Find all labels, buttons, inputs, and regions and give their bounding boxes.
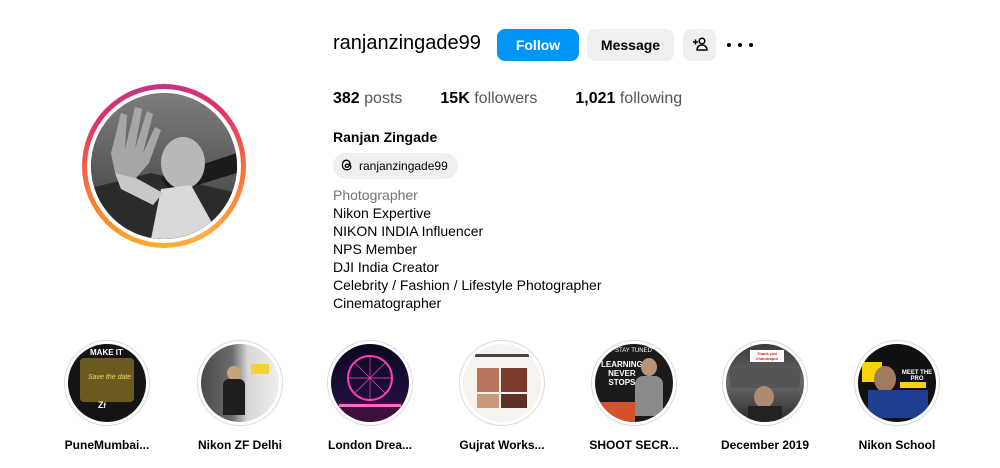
highlight-cover: Thank you Chandrapur <box>726 344 804 422</box>
profile-stats: 382 posts 15K followers 1,021 following <box>333 90 722 108</box>
highlight-ring <box>327 340 413 426</box>
highlight-cover <box>463 344 541 422</box>
follow-button[interactable]: Follow <box>497 29 579 61</box>
highlight-item[interactable]: MEET THE PRO Nikon School <box>842 340 952 452</box>
followers-label: followers <box>474 90 538 107</box>
highlight-item[interactable]: Thank you Chandrapur December 2019 <box>710 340 820 452</box>
highlight-label: SHOOT SECR... <box>589 438 679 452</box>
highlight-cover <box>331 344 409 422</box>
more-options-icon[interactable] <box>727 36 753 54</box>
message-button[interactable]: Message <box>587 29 674 61</box>
profile-photo-art <box>91 93 237 239</box>
highlight-cover <box>201 344 279 422</box>
threads-badge[interactable]: ranjanzingade99 <box>333 153 458 179</box>
following-label: following <box>619 90 683 107</box>
highlight-ring <box>197 340 283 426</box>
profile-bio: Photographer Nikon Expertive NIKON INDIA… <box>333 186 601 312</box>
profile-full-name: Ranjan Zingade <box>333 129 438 145</box>
person-add-icon <box>692 36 708 55</box>
highlight-label: PuneMumbai... <box>64 438 150 452</box>
highlight-label: London Drea... <box>328 438 412 452</box>
highlight-cover: MAKE IT Save the date Zf <box>68 344 146 422</box>
highlight-ring <box>459 340 545 426</box>
following-link[interactable]: 1,021 following <box>575 90 682 108</box>
following-count: 1,021 <box>575 90 616 107</box>
highlight-cover-text: LEARNING <box>601 360 643 369</box>
highlight-cover-text: STAY TUNED <box>615 348 652 354</box>
bio-line: Celebrity / Fashion / Lifestyle Photogra… <box>333 277 602 293</box>
profile-picture[interactable] <box>91 93 237 239</box>
highlight-ring: MEET THE PRO <box>854 340 940 426</box>
highlight-cover-text: MAKE IT <box>90 348 123 357</box>
bio-line: NPS Member <box>333 241 418 257</box>
bio-line: Cinematographer <box>333 295 442 311</box>
threads-handle: ranjanzingade99 <box>359 159 448 173</box>
highlight-item[interactable]: Nikon ZF Delhi <box>185 340 295 452</box>
highlight-ring: MAKE IT Save the date Zf <box>64 340 150 426</box>
posts-label: posts <box>364 90 403 107</box>
highlight-label: Nikon School <box>858 438 936 452</box>
suggested-accounts-button[interactable] <box>683 29 716 61</box>
highlight-item[interactable]: STAY TUNED LEARNING NEVER STOPS SHOOT SE… <box>579 340 689 452</box>
highlight-item[interactable]: London Drea... <box>315 340 425 452</box>
profile-category: Photographer <box>333 187 418 203</box>
followers-link[interactable]: 15K followers <box>440 90 537 108</box>
highlight-cover: MEET THE PRO <box>858 344 936 422</box>
story-highlights: MAKE IT Save the date Zf PuneMumbai... N… <box>0 340 1000 460</box>
highlight-label: December 2019 <box>720 438 810 452</box>
highlight-cover-text: Thank you Chandrapur <box>750 350 784 362</box>
highlight-label: Gujrat Works... <box>459 438 545 452</box>
followers-count: 15K <box>440 90 470 107</box>
highlight-label: Nikon ZF Delhi <box>198 438 282 452</box>
highlight-cover-text: MEET THE PRO <box>901 370 933 382</box>
bio-line: NIKON INDIA Influencer <box>333 223 484 239</box>
bio-line: DJI India Creator <box>333 259 439 275</box>
highlight-cover: STAY TUNED LEARNING NEVER STOPS <box>595 344 673 422</box>
bio-line: Nikon Expertive <box>333 205 432 221</box>
highlight-ring: Thank you Chandrapur <box>722 340 808 426</box>
profile-picture-ring[interactable] <box>82 84 246 248</box>
posts-stat[interactable]: 382 posts <box>333 90 402 108</box>
profile-picture-border <box>87 89 241 243</box>
highlight-cover-text: NEVER <box>608 369 636 378</box>
highlight-ring: STAY TUNED LEARNING NEVER STOPS <box>591 340 677 426</box>
profile-username: ranjanzingade99 <box>333 32 481 54</box>
highlight-item[interactable]: Gujrat Works... <box>447 340 557 452</box>
highlight-item[interactable]: MAKE IT Save the date Zf PuneMumbai... <box>52 340 162 452</box>
highlight-cover-text: Save the date <box>88 374 132 381</box>
threads-icon <box>340 158 359 175</box>
posts-count: 382 <box>333 90 360 107</box>
